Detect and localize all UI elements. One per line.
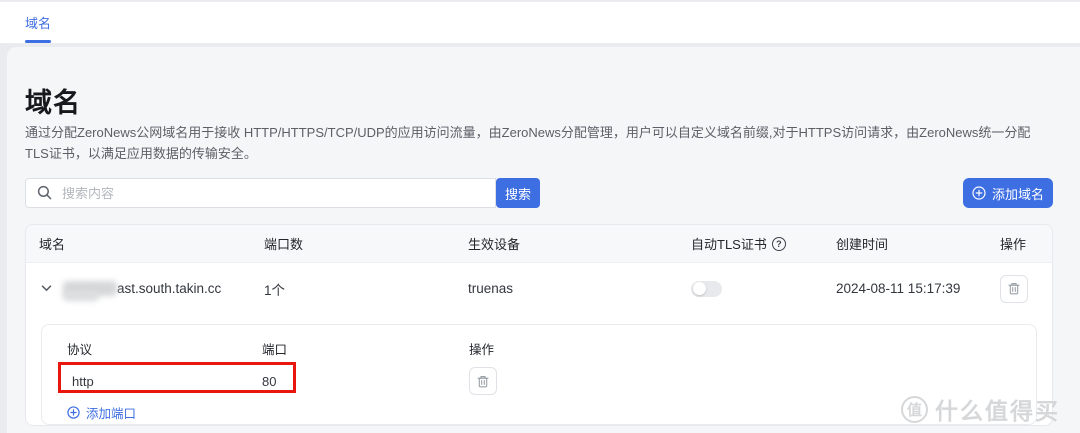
search-input[interactable] — [25, 178, 496, 208]
header-domain: 域名 — [39, 237, 66, 252]
plus-circle-icon — [67, 406, 80, 419]
plus-circle-icon — [972, 186, 986, 200]
tab-domain-label: 域名 — [25, 16, 52, 31]
table-row: ast.south.takin.cc 1个 truenas 2024-08-11… — [26, 263, 1052, 314]
header-port-count: 端口数 — [264, 237, 304, 252]
header-auto-tls-label: 自动TLS证书 — [691, 237, 767, 252]
tls-toggle-off[interactable] — [691, 280, 722, 297]
tab-active-underline — [25, 40, 51, 43]
domain-cell: ast.south.takin.cc — [26, 280, 264, 301]
header-port-actions: 操作 — [469, 343, 495, 357]
search-button[interactable]: 搜索 — [496, 178, 540, 208]
trash-icon — [477, 375, 489, 387]
header-created-at: 创建时间 — [836, 237, 889, 252]
domain-text: ast.south.takin.cc — [117, 281, 222, 296]
page-title: 域名 — [25, 88, 81, 119]
port-count-cell: 1个 — [264, 282, 286, 298]
header-auto-tls: 自动TLS证书 ? — [691, 234, 836, 253]
add-domain-button[interactable]: 添加域名 — [963, 178, 1053, 208]
delete-domain-button[interactable] — [1000, 274, 1028, 303]
actions-cell — [1000, 274, 1052, 303]
watermark-badge: 值 — [901, 395, 928, 423]
tab-bar: 域名 — [0, 2, 1080, 44]
add-port-link[interactable]: 添加端口 — [67, 403, 136, 422]
protocol-cell: http — [72, 373, 94, 389]
add-domain-label: 添加域名 — [991, 186, 1044, 202]
chevron-down-icon[interactable] — [41, 285, 52, 292]
table-header-row: 域名 端口数 生效设备 自动TLS证书 ? 创建时间 操作 — [26, 225, 1052, 263]
domain-table: 域名 端口数 生效设备 自动TLS证书 ? 创建时间 操作 ast.south.… — [25, 224, 1053, 426]
add-port-label: 添加端口 — [86, 407, 137, 421]
search-input-wrap — [25, 178, 496, 208]
ports-header-row: 协议 端口 操作 — [42, 339, 1036, 358]
redacted-domain-prefix — [63, 280, 117, 301]
main-panel: 域名 通过分配ZeroNews公网域名用于接收 HTTP/HTTPS/TCP/U… — [7, 47, 1080, 433]
header-protocol: 协议 — [67, 343, 93, 357]
delete-port-button[interactable] — [469, 367, 497, 395]
header-port: 端口 — [262, 343, 288, 357]
watermark: 值 什么值得买 — [901, 392, 1060, 426]
tab-domain[interactable]: 域名 — [25, 2, 51, 43]
search-icon — [37, 185, 52, 205]
auto-tls-cell — [691, 280, 836, 297]
port-row: http 80 — [42, 366, 1036, 396]
watermark-text: 什么值得买 — [935, 398, 1060, 424]
port-cell: 80 — [262, 373, 277, 389]
domain-management-page: 域名 域名 通过分配ZeroNews公网域名用于接收 HTTP/HTTPS/TC… — [0, 0, 1080, 433]
port-actions-cell — [469, 367, 1036, 395]
trash-icon — [1008, 283, 1020, 295]
created-at-cell: 2024-08-11 15:17:39 — [836, 281, 961, 296]
header-actions: 操作 — [1000, 237, 1027, 252]
help-icon[interactable]: ? — [771, 236, 786, 251]
device-cell: truenas — [468, 281, 514, 296]
ports-subpanel: 协议 端口 操作 http 80 添加端口 — [41, 324, 1037, 425]
header-device: 生效设备 — [468, 237, 521, 252]
search-group: 搜索 — [25, 178, 540, 208]
page-description: 通过分配ZeroNews公网域名用于接收 HTTP/HTTPS/TCP/UDP的… — [25, 125, 1031, 161]
